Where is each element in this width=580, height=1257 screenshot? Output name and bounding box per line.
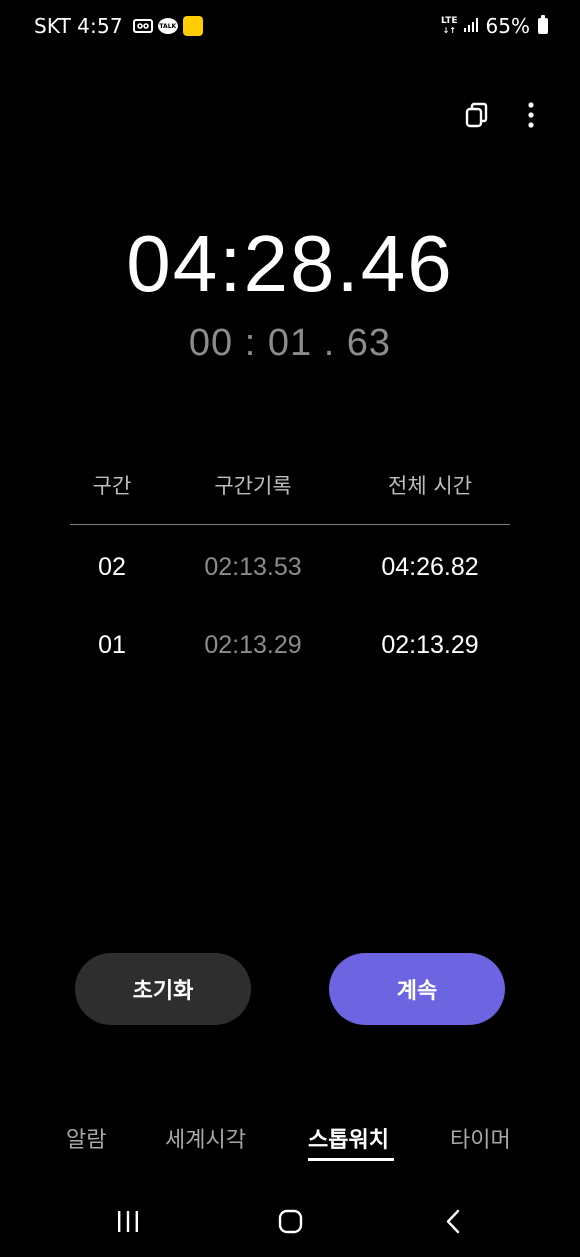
lap-total-time: 04:26.82 <box>381 553 479 581</box>
tab-timer[interactable]: 타이머 <box>450 1122 511 1154</box>
status-right: LTE ↓↑ 65% <box>441 14 548 38</box>
table-row: 02 02:13.53 04:26.82 <box>70 525 510 603</box>
lap-split-time: 02:13.53 <box>204 553 302 581</box>
header-split: 구간기록 <box>214 474 292 498</box>
kakaotalk-icon: TALK <box>157 18 178 34</box>
lap-split-time: 02:13.29 <box>204 631 302 659</box>
lap-number: 01 <box>98 631 126 659</box>
header-lap: 구간 <box>92 474 132 498</box>
tab-alarm[interactable]: 알람 <box>66 1122 106 1154</box>
continue-button[interactable]: 계속 <box>329 953 505 1025</box>
voicemail-icon <box>132 16 153 36</box>
home-icon <box>278 1209 303 1234</box>
lap-number: 02 <box>98 553 126 581</box>
back-button[interactable] <box>440 1208 468 1236</box>
lap-table: 구간 구간기록 전체 시간 02 02:13.53 04:26.82 01 02… <box>70 462 510 681</box>
status-left: SKT 4:57 TALK <box>34 14 203 38</box>
lap-total-time: 02:13.29 <box>381 631 479 659</box>
lte-icon: LTE ↓↑ <box>441 16 458 36</box>
signal-icon <box>463 14 480 38</box>
tab-stopwatch[interactable]: 스톱워치 <box>308 1122 389 1154</box>
home-button[interactable] <box>277 1208 305 1236</box>
main-elapsed-time: 04:28.46 <box>126 219 454 308</box>
active-tab-indicator <box>308 1158 394 1161</box>
recent-apps-icon <box>118 1211 138 1232</box>
battery-icon <box>538 15 548 34</box>
table-row: 01 02:13.29 02:13.29 <box>70 603 510 681</box>
notification-icons: TALK <box>132 16 203 36</box>
current-lap-time: 00 : 01 . 63 <box>188 322 392 364</box>
lap-table-header: 구간 구간기록 전체 시간 <box>70 462 510 525</box>
more-vert-icon <box>528 102 534 128</box>
reset-button[interactable]: 초기화 <box>75 953 251 1025</box>
app-notification-icon <box>182 16 203 36</box>
carrier-label: SKT <box>34 14 72 38</box>
copy-icon <box>465 102 488 128</box>
system-nav-bar <box>0 1190 580 1250</box>
bottom-tab-bar: 알람 세계시각 스톱워치 타이머 <box>0 1122 580 1172</box>
network-label: LTE <box>441 16 458 26</box>
battery-percentage: 65% <box>485 14 530 38</box>
status-bar: SKT 4:57 TALK LTE ↓↑ 65% <box>0 0 580 56</box>
more-options-button[interactable] <box>516 100 546 130</box>
tab-world-clock[interactable]: 세계시각 <box>165 1122 246 1154</box>
recent-apps-button[interactable] <box>114 1208 142 1236</box>
header-total: 전체 시간 <box>388 474 472 498</box>
copy-button[interactable] <box>462 100 492 130</box>
back-icon <box>446 1209 460 1234</box>
status-clock: 4:57 <box>77 14 123 38</box>
